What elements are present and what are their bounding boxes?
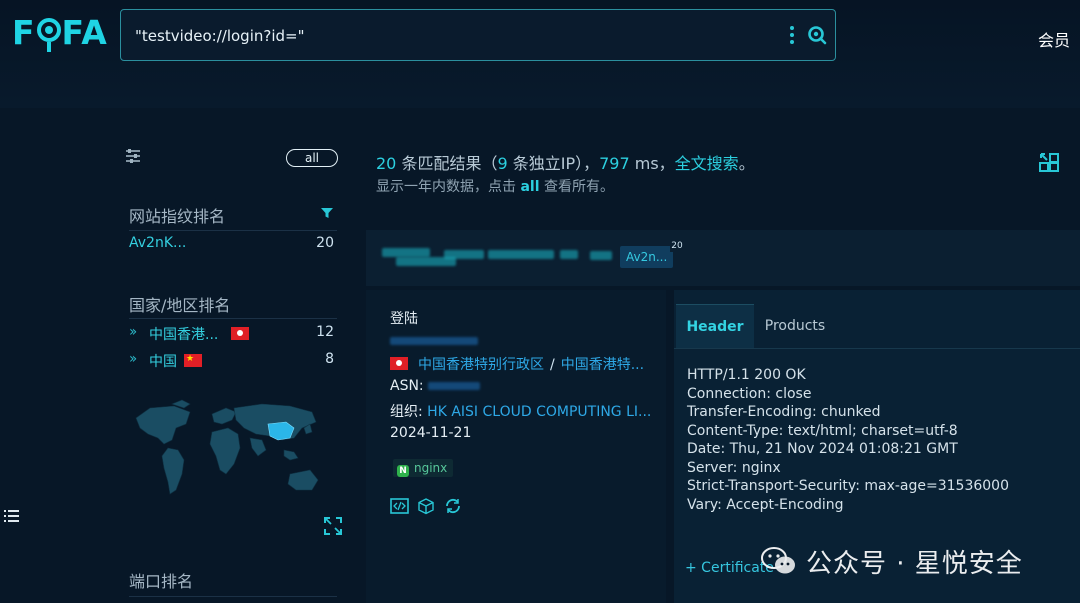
fingerprint-item[interactable]: Av2nK... 20 (129, 235, 334, 255)
query-time: 797 (599, 154, 630, 173)
fingerprint-item-count: 20 (316, 235, 334, 251)
result-card-header: Av2n... 20 (366, 230, 1080, 286)
logo-pin-icon (36, 12, 62, 52)
result-org: 组织: HK AISI CLOUD COMPUTING LI... (390, 401, 651, 421)
fingerprint-item-label: Av2nK... (129, 235, 187, 251)
tab-header[interactable]: Header (676, 304, 754, 348)
http-header-text: HTTP/1.1 200 OK Connection: close Transf… (687, 367, 1009, 513)
country-item-hk[interactable]: ›› 中国香港... 12 (129, 324, 334, 344)
subsummary-suffix: 查看所有。 (539, 179, 614, 195)
query-time-text: ms， (629, 154, 675, 173)
refresh-icon (446, 498, 460, 514)
redacted-host (488, 250, 554, 259)
tab-divider (674, 348, 1080, 349)
expand-icon[interactable] (323, 516, 343, 540)
full-text-search-link[interactable]: 全文搜索 (675, 154, 739, 173)
result-info: 登陆 中国香港特别行政区 / 中国香港特... ASN: 组织: HK AISI C… (366, 290, 666, 603)
ip-count: 9 (497, 154, 508, 173)
fingerprint-rank-title: 网站指纹排名 (129, 207, 226, 226)
divider (129, 318, 337, 319)
divider (129, 230, 337, 231)
redacted-asn (428, 382, 481, 390)
filter-sliders-icon[interactable] (124, 148, 142, 168)
country-item-count: 8 (325, 351, 334, 367)
location-region-link[interactable]: 中国香港特别行政区 (418, 357, 544, 373)
all-toggle[interactable]: all (286, 149, 338, 167)
chevron-right-icon[interactable]: ›› (129, 324, 137, 340)
result-subsummary: 显示一年内数据，点击 all 查看所有。 (376, 176, 614, 196)
world-map[interactable] (128, 398, 328, 522)
show-all-link[interactable]: all (520, 179, 539, 195)
result-tools (390, 497, 470, 519)
result-date: 2024-11-21 (390, 425, 472, 441)
list-menu-icon[interactable] (4, 509, 20, 527)
funnel-icon[interactable] (320, 206, 334, 224)
asn-label: ASN: (390, 378, 424, 394)
match-count: 20 (376, 154, 397, 173)
wechat-icon (761, 547, 795, 574)
redacted-host (590, 251, 612, 260)
location-city-link[interactable]: 中国香港特... (561, 357, 644, 373)
sidebar: all 网站指纹排名 Av2nK... 20 国家/地区排名 ›› 中国香港..… (0, 108, 360, 603)
watermark: 公众号 · 星悦安全 (760, 543, 1023, 579)
cube-icon (418, 498, 434, 515)
result-title: 登陆 (390, 311, 418, 327)
redacted-ip (390, 337, 478, 345)
hong-kong-flag-icon (231, 327, 249, 340)
country-item-label: 中国 (149, 354, 177, 370)
ip-count-text: 条独立IP）， (507, 154, 600, 173)
search-input[interactable] (135, 24, 775, 48)
fingerprint-tag-badge: 20 (670, 240, 684, 252)
server-tag[interactable]: Nnginx (393, 459, 454, 477)
country-item-count: 12 (316, 324, 334, 340)
result-asn: ASN: (390, 378, 481, 394)
tab-products[interactable]: Products (754, 304, 836, 348)
search-icon[interactable] (807, 24, 827, 46)
chevron-right-icon[interactable]: ›› (129, 351, 137, 367)
top-bar: F FA 会员 (0, 0, 1080, 108)
country-item-cn[interactable]: ›› 中国 ★ 8 (129, 351, 334, 371)
china-flag-icon: ★ (184, 354, 202, 367)
summary-period: 。 (738, 154, 755, 173)
match-count-text: 条匹配结果（ (396, 154, 498, 173)
location-separator: / (550, 357, 555, 373)
fofa-logo[interactable]: F FA (12, 12, 108, 52)
subsummary-prefix: 显示一年内数据，点击 (376, 179, 521, 195)
result-location: 中国香港特别行政区 / 中国香港特... (390, 354, 644, 374)
member-link[interactable]: 会员 (1038, 27, 1070, 51)
divider (129, 596, 337, 597)
redacted-host (560, 250, 578, 259)
country-rank-title: 国家/地区排名 (129, 296, 231, 315)
search-box (120, 9, 836, 61)
fingerprint-tag[interactable]: Av2n... (620, 246, 674, 268)
watermark-text: 公众号 · 星悦安全 (806, 548, 1023, 579)
layout-grid-icon[interactable] (1038, 152, 1060, 178)
org-value-link[interactable]: HK AISI CLOUD COMPUTING LI... (427, 404, 651, 420)
redacted-host (444, 250, 484, 259)
result-summary: 20 条匹配结果（9 条独立IP），797 ms，全文搜索。 (376, 150, 755, 174)
nginx-icon: N (397, 465, 409, 477)
port-rank-title: 端口排名 (129, 572, 194, 591)
more-vertical-icon[interactable] (787, 24, 797, 48)
redacted-host (382, 248, 430, 257)
server-tag-label: nginx (414, 461, 448, 475)
org-label: 组织: (390, 404, 423, 420)
code-icon (390, 498, 409, 514)
hong-kong-flag-icon (390, 357, 408, 370)
country-item-label: 中国香港... (149, 327, 219, 343)
